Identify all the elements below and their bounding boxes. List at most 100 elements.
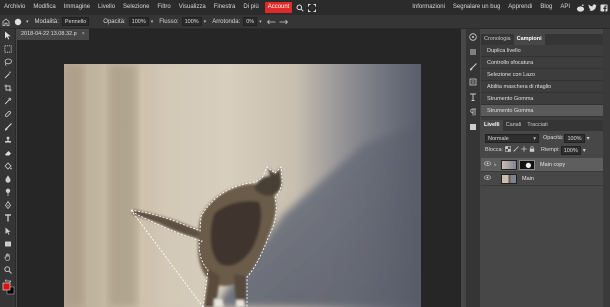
menu-di-piu[interactable]: Di più [239,0,262,15]
menu-apprendi[interactable]: Apprendi [504,0,536,15]
right-panel: Cronologia Campioni Duplica livello Cont… [481,34,603,307]
hand-tool-icon[interactable] [0,250,16,263]
history-item[interactable]: Duplica livello [481,45,603,57]
fill-input[interactable]: 100% [560,145,581,155]
brush-tool-icon[interactable] [0,120,16,133]
color-swatches [2,282,15,297]
twitter-icon[interactable] [586,0,598,15]
menu-blog[interactable]: Blog [536,0,556,15]
round-chevron-down-icon[interactable]: ▾ [259,19,262,25]
menu-archivio[interactable]: Archivio [0,0,29,15]
layer-opacity-label: Opacità: [543,135,564,141]
shape-tool-icon[interactable] [0,237,16,250]
fullscreen-icon[interactable] [306,0,318,15]
search-icon[interactable] [294,0,306,15]
mode-select[interactable]: Pennello [61,17,90,26]
menu-livello[interactable]: Livello [94,0,119,15]
history-item[interactable]: Strumento Gomma [481,105,603,117]
history-icon[interactable] [466,74,480,89]
tab-canali[interactable]: Canali [503,120,525,131]
css-panel-icon[interactable] [466,119,480,134]
flow-value: 100% [184,19,199,25]
image-canvas[interactable] [64,64,421,307]
home-icon[interactable] [0,15,12,29]
layer-opacity-chevron-down-icon[interactable]: ▾ [587,135,590,142]
blend-row: Normale ▾ Opacità: 100% ▾ [481,132,603,144]
tab-livelli[interactable]: Livelli [481,120,503,131]
lock-position-icon[interactable] [521,146,527,154]
magic-wand-icon[interactable] [0,68,16,81]
menu-segnalare-bug[interactable]: Segnalare un bug [449,0,504,15]
healing-brush-icon[interactable] [0,107,16,120]
menu-modifica[interactable]: Modifica [29,0,59,15]
brush-preset-chevron-down-icon[interactable]: ▾ [26,19,29,25]
layer-name[interactable]: Main copy [540,162,565,168]
menu-api[interactable]: API [556,0,574,15]
layer-name[interactable]: Main [522,176,534,182]
close-icon[interactable]: × [82,29,85,40]
move-tool-icon[interactable] [0,29,16,42]
menu-visualizza[interactable]: Visualizza [175,0,210,15]
history-item[interactable]: Selezione con Lazo [481,69,603,81]
lasso-tool-icon[interactable] [0,55,16,68]
account-button[interactable]: Account [264,2,293,13]
menu-immagine[interactable]: Immagine [60,0,94,15]
layers-tabs: Livelli Canali Tracciati [481,120,603,131]
opacity-chevron-down-icon[interactable]: ▾ [151,19,154,25]
paragraph-icon[interactable] [466,104,480,119]
info-icon[interactable] [466,29,480,44]
menu-bar-right: Informazioni Segnalare un bug Apprendi B… [408,0,610,15]
tab-campioni[interactable]: Campioni [513,34,545,45]
pen-tool-icon[interactable] [0,198,16,211]
marquee-tool-icon[interactable] [0,42,16,55]
fill-value: 100% [563,147,578,154]
type-tool-icon[interactable] [0,211,16,224]
history-item[interactable]: Controllo sfocatura [481,57,603,69]
flow-input[interactable]: 100% [181,17,202,26]
brush-panel-icon[interactable] [466,59,480,74]
layers-panel: Livelli Canali Tracciati Normale ▾ Opacit… [481,120,603,186]
visibility-eye-icon[interactable] [481,161,493,168]
panel-scrollbar[interactable] [603,29,610,307]
flow-chevron-down-icon[interactable]: ▾ [204,19,207,25]
layer-opacity-input[interactable]: 100% [564,133,585,143]
crop-tool-icon[interactable] [0,81,16,94]
clone-stamp-icon[interactable] [0,133,16,146]
document-tab[interactable]: 2018-04-22 13.08.32.p × [17,29,89,40]
blur-tool-icon[interactable] [0,172,16,185]
reddit-icon[interactable] [574,0,586,15]
paint-bucket-icon[interactable] [0,159,16,172]
tab-tracciati[interactable]: Tracciati [524,120,551,131]
layer-row[interactable]: ↳ Main copy [481,158,603,172]
tab-cronologia[interactable]: Cronologia [481,34,514,45]
round-input[interactable]: 0% [243,17,258,26]
blend-mode-select[interactable]: Normale ▾ [485,133,539,143]
character-icon[interactable] [466,89,480,104]
history-item[interactable]: Strumento Gomma [481,93,603,105]
zoom-tool-icon[interactable] [0,263,16,276]
dodge-tool-icon[interactable] [0,185,16,198]
facebook-icon[interactable] [598,0,610,15]
eraser-tool-icon[interactable] [0,146,16,159]
layers-list-icon[interactable] [466,44,480,59]
visibility-eye-icon[interactable] [481,175,493,182]
arrow-left-right-icon[interactable] [266,15,278,29]
brush-preset-icon[interactable] [12,15,24,29]
lock-transparency-icon[interactable] [505,146,511,154]
menu-filtro[interactable]: Filtro [153,0,174,15]
menu-finestra[interactable]: Finestra [210,0,240,15]
eyedropper-icon[interactable] [0,94,16,107]
menu-selezione[interactable]: Selezione [119,0,153,15]
menu-informazioni[interactable]: Informazioni [408,0,449,15]
layer-row[interactable]: Main [481,172,603,186]
opacity-input[interactable]: 100% [128,17,149,26]
menu-bar: Archivio Modifica Immagine Livello Selez… [0,0,610,15]
lock-row: Blocca: Riempi: 100% ▾ [481,144,603,156]
fill-chevron-down-icon[interactable]: ▾ [583,147,586,154]
history-item[interactable]: Abilita maschera di ritaglio [481,81,603,93]
lock-pixels-icon[interactable] [513,146,519,154]
path-select-icon[interactable] [0,224,16,237]
layer-mask-thumbnail[interactable] [519,159,535,170]
lock-all-icon[interactable] [529,146,535,154]
arrow-right-icon[interactable] [278,15,290,29]
